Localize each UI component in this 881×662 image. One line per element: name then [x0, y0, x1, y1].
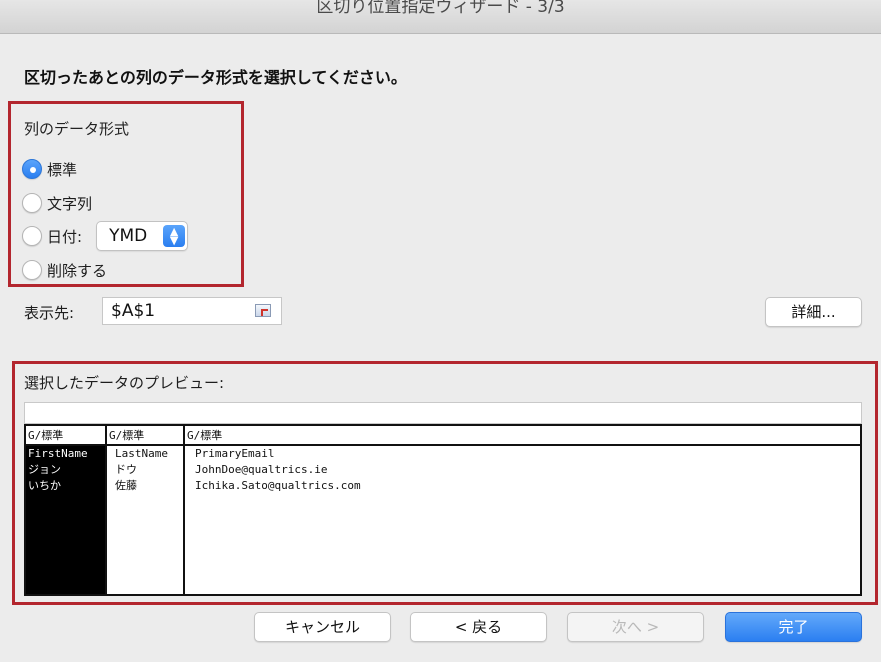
advanced-button[interactable]: 詳細...	[765, 297, 862, 327]
data-preview: G/標準 FirstName ジョン いちか G/標準 LastName ドウ …	[24, 424, 862, 596]
date-format-value: YMD	[109, 226, 148, 246]
cancel-button[interactable]: キャンセル	[254, 612, 391, 642]
column-header[interactable]: G/標準	[26, 426, 105, 446]
radio-button[interactable]	[22, 260, 42, 280]
preview-cell: FirstName	[28, 447, 88, 460]
destination-field[interactable]: $A$1	[102, 297, 282, 325]
column-header[interactable]: G/標準	[185, 426, 860, 446]
preview-cell: 佐藤	[115, 479, 137, 492]
radio-option-general[interactable]: 標準	[22, 157, 77, 181]
radio-option-skip[interactable]: 削除する	[22, 258, 107, 282]
finish-button[interactable]: 完了	[725, 612, 862, 642]
preview-cell: ドウ	[115, 463, 137, 476]
range-picker-icon[interactable]	[255, 304, 271, 317]
next-button[interactable]: 次へ >	[567, 612, 704, 642]
preview-cell: Ichika.Sato@qualtrics.com	[195, 479, 361, 492]
column-header[interactable]: G/標準	[107, 426, 183, 446]
preview-label: 選択したデータのプレビュー:	[24, 374, 225, 392]
radio-button[interactable]	[22, 193, 42, 213]
destination-value: $A$1	[111, 301, 156, 321]
column-format-label: 列のデータ形式	[24, 120, 130, 138]
preview-cell: JohnDoe@qualtrics.ie	[195, 463, 328, 476]
destination-label: 表示先:	[24, 304, 75, 322]
radio-label-general: 標準	[47, 160, 78, 179]
title-bar: 区切り位置指定ウィザード - 3/3	[0, 0, 881, 34]
radio-button-selected[interactable]	[22, 159, 42, 179]
radio-label-skip: 削除する	[47, 261, 108, 280]
preview-cell: ジョン	[28, 463, 61, 476]
window-title: 区切り位置指定ウィザード - 3/3	[316, 0, 565, 17]
preview-column-1[interactable]: G/標準 FirstName ジョン いちか	[26, 426, 105, 594]
preview-cell: LastName	[115, 447, 168, 460]
preview-cell: PrimaryEmail	[195, 447, 275, 460]
preview-column-2[interactable]: G/標準 LastName ドウ 佐藤	[105, 426, 183, 594]
date-format-popup[interactable]: YMD ▲ ▼	[96, 221, 189, 251]
radio-label-date: 日付:	[47, 227, 83, 246]
back-button[interactable]: < 戻る	[410, 612, 547, 642]
instruction-text: 区切ったあとの列のデータ形式を選択してください。	[24, 68, 407, 87]
preview-column-selector[interactable]	[24, 402, 862, 424]
radio-label-text: 文字列	[47, 194, 93, 213]
preview-column-3[interactable]: G/標準 PrimaryEmail JohnDoe@qualtrics.ie I…	[183, 426, 860, 594]
radio-button[interactable]	[22, 226, 42, 246]
radio-option-date[interactable]: 日付: YMD ▲ ▼	[22, 221, 189, 251]
radio-option-text[interactable]: 文字列	[22, 191, 92, 215]
updown-chevron-icon: ▲ ▼	[163, 225, 186, 247]
preview-cell: いちか	[28, 479, 61, 492]
